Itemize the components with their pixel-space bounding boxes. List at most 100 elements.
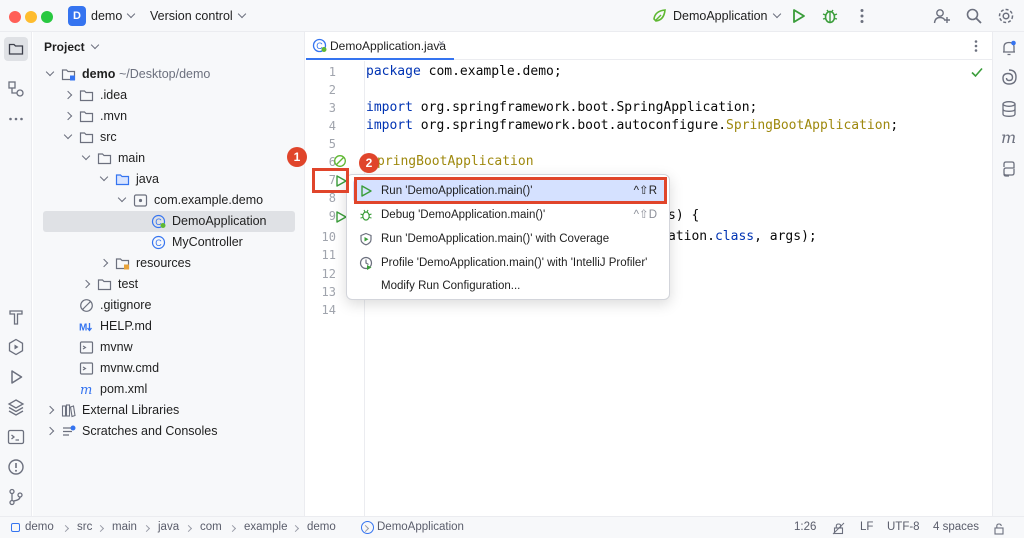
vcs-selector[interactable]: Version control xyxy=(150,9,246,23)
tree-item-idea[interactable]: .idea xyxy=(43,85,295,106)
tree-item-help-md[interactable]: M HELP.md xyxy=(43,316,295,337)
tab-demo-application[interactable]: C DemoApplication.java × xyxy=(306,32,454,60)
chevron-down-icon[interactable] xyxy=(117,193,127,203)
svg-text:C: C xyxy=(155,238,162,248)
tab-close-icon[interactable]: × xyxy=(438,38,444,50)
spring-bean-gutter-icon[interactable] xyxy=(333,154,347,168)
tree-item-mvnw[interactable]: mvnw xyxy=(43,337,295,358)
tree-item-test[interactable]: test xyxy=(43,274,295,295)
breadcrumb-item[interactable]: main xyxy=(112,521,137,533)
close-window-button[interactable] xyxy=(9,11,21,23)
tree-item-resources[interactable]: resources xyxy=(43,253,295,274)
minimize-window-button[interactable] xyxy=(25,11,37,23)
chevron-right-icon[interactable] xyxy=(63,111,73,121)
scratches-icon xyxy=(61,424,76,439)
line-separator[interactable]: LF xyxy=(860,521,873,533)
line-number: 1 xyxy=(328,65,336,79)
tree-item-mvn[interactable]: .mvn xyxy=(43,106,295,127)
breadcrumb-item[interactable]: demo xyxy=(25,521,54,533)
popup-item-coverage[interactable]: Run 'DemoApplication.main()' with Covera… xyxy=(353,228,665,250)
run-config-selector[interactable]: DemoApplication xyxy=(673,9,781,23)
git-branch-icon[interactable] xyxy=(6,487,26,507)
ai-assistant-icon[interactable] xyxy=(999,67,1019,87)
services-icon[interactable] xyxy=(6,337,26,357)
project-badge[interactable]: D xyxy=(68,6,86,26)
problems-icon[interactable] xyxy=(6,457,26,477)
zoom-window-button[interactable] xyxy=(41,11,53,23)
tree-item-path: ~/Desktop/demo xyxy=(119,67,211,81)
chevron-right-icon[interactable] xyxy=(99,258,109,268)
indent-setting[interactable]: 4 spaces xyxy=(933,521,979,533)
shell-file-icon xyxy=(79,340,94,355)
structure-icon[interactable] xyxy=(6,79,26,99)
caret-position[interactable]: 1:26 xyxy=(794,521,816,533)
module-icon xyxy=(11,523,20,532)
chevron-down-icon[interactable] xyxy=(99,172,109,182)
tree-item-mycontroller[interactable]: C MyController xyxy=(43,232,295,253)
python-console-icon[interactable] xyxy=(999,159,1019,179)
settings-gear-icon[interactable] xyxy=(996,6,1016,26)
chevron-right-icon[interactable] xyxy=(81,279,91,289)
maven-icon[interactable]: m xyxy=(1001,128,1016,147)
breadcrumb-item[interactable]: com xyxy=(200,521,222,533)
tree-item-demo[interactable]: demo ~/Desktop/demo xyxy=(43,64,295,85)
chevron-down-icon[interactable] xyxy=(45,67,55,77)
notifications-bell-icon[interactable] xyxy=(999,38,1019,58)
breadcrumb-item[interactable]: java xyxy=(158,521,179,533)
popup-item-debug[interactable]: Debug 'DemoApplication.main()' ^⇧D xyxy=(353,204,665,226)
chevron-down-icon[interactable] xyxy=(63,130,73,140)
project-panel-title[interactable]: Project xyxy=(44,40,99,54)
tree-item-demoapplication[interactable]: C DemoApplication xyxy=(43,211,295,232)
project-tool-button[interactable] xyxy=(4,37,28,61)
tree-item-label: mvnw.cmd xyxy=(100,361,160,375)
chevron-down-icon[interactable] xyxy=(81,151,91,161)
chevron-right-icon[interactable] xyxy=(45,405,55,415)
search-icon[interactable] xyxy=(964,6,984,26)
more-actions-icon[interactable] xyxy=(852,6,872,26)
tree-item-external-libraries[interactable]: External Libraries xyxy=(43,400,295,421)
folder-icon xyxy=(97,277,112,292)
chevron-right-icon[interactable] xyxy=(45,426,55,436)
debug-icon[interactable] xyxy=(820,6,840,26)
breadcrumb-item[interactable]: example xyxy=(244,521,287,533)
tree-item-main[interactable]: main xyxy=(43,148,295,169)
tree-item-mvnw-cmd[interactable]: mvnw.cmd xyxy=(43,358,295,379)
popup-item-modify-config[interactable]: Modify Run Configuration... xyxy=(353,275,665,297)
file-encoding[interactable]: UTF-8 xyxy=(887,521,920,533)
add-user-icon[interactable] xyxy=(932,6,952,26)
build-hammer-icon[interactable] xyxy=(6,307,26,327)
database-icon[interactable] xyxy=(999,99,1019,119)
debug-icon xyxy=(360,209,372,221)
tree-item-scratches-and-consoles[interactable]: Scratches and Consoles xyxy=(43,421,295,442)
tree-item-java[interactable]: java xyxy=(43,169,295,190)
editor-more-icon[interactable] xyxy=(968,38,984,54)
tree-item-src[interactable]: src xyxy=(43,127,295,148)
code-line-3: import org.springframework.boot.SpringAp… xyxy=(366,100,758,115)
breadcrumb-item[interactable]: src xyxy=(77,521,92,533)
callout-badge-2: 2 xyxy=(359,153,379,173)
chevron-right-icon xyxy=(96,524,105,533)
breadcrumb-item[interactable]: demo xyxy=(307,521,336,533)
tree-item-pom-xml[interactable]: m pom.xml xyxy=(43,379,295,400)
maven-icon: m xyxy=(79,382,94,398)
inspection-ok-check-icon[interactable] xyxy=(970,65,984,79)
project-selector[interactable]: demo xyxy=(91,9,136,23)
line-number: 14 xyxy=(321,303,336,317)
terminal-icon[interactable] xyxy=(6,427,26,447)
module-folder-icon xyxy=(61,67,76,82)
chevron-right-icon[interactable] xyxy=(63,90,73,100)
lock-icon[interactable] xyxy=(992,522,1006,536)
code-line-6: pringBootApplication xyxy=(377,154,534,169)
layers-icon[interactable] xyxy=(6,397,26,417)
tree-item-gitignore[interactable]: .gitignore xyxy=(43,295,295,316)
popup-item-profile[interactable]: Profile 'DemoApplication.main()' with 'I… xyxy=(353,252,665,274)
more-tools-icon[interactable] xyxy=(6,109,26,129)
tree-item-label: HELP.md xyxy=(100,319,152,333)
breadcrumb-item[interactable]: DemoApplication xyxy=(377,521,464,533)
run-tool-icon[interactable] xyxy=(6,367,26,387)
folder-icon xyxy=(97,151,112,166)
status-bar: demo src main java com example demo DemoApplica… xyxy=(0,516,1024,538)
readonly-lock-icon[interactable] xyxy=(832,522,845,535)
run-icon[interactable] xyxy=(788,6,808,26)
tree-item-com-example-demo[interactable]: com.example.demo xyxy=(43,190,295,211)
